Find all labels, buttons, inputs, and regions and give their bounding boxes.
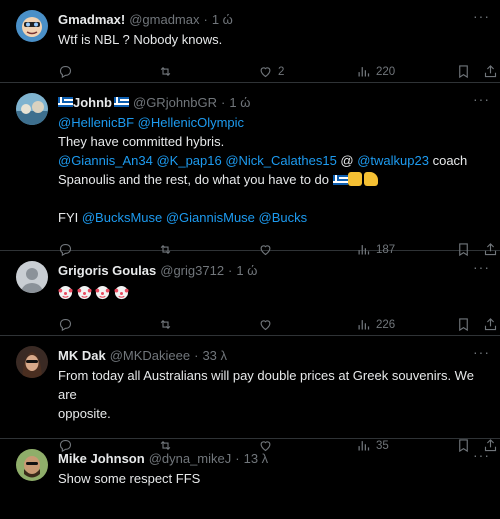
- tweet[interactable]: Gmadmax! @gmadmax · 1 ώ ··· Wtf is NBL ?…: [0, 0, 500, 83]
- author-name[interactable]: Mike Johnson: [58, 451, 145, 466]
- greek-flag-icon: [332, 175, 348, 185]
- tweet-text-fragment: Spanoulis and the rest, do what you have…: [58, 172, 330, 187]
- separator-dot: ·: [203, 11, 208, 27]
- mention-link[interactable]: @twalkup23: [357, 153, 429, 168]
- timestamp[interactable]: 1 ώ: [212, 12, 233, 27]
- tweet-text: @HellenicBF @HellenicOlympic They have c…: [58, 113, 488, 227]
- like-button[interactable]: [258, 317, 273, 332]
- tweet[interactable]: Mike Johnson @dyna_mikeJ · 13 λ ··· Show…: [0, 439, 500, 519]
- more-icon[interactable]: ···: [473, 8, 490, 24]
- avatar[interactable]: [16, 261, 48, 293]
- clap-emoji-icon: [347, 172, 362, 186]
- clown-face-emoji-icon: [95, 285, 110, 300]
- retweet-button[interactable]: [158, 64, 173, 79]
- bookmark-button[interactable]: [456, 64, 471, 79]
- author-handle[interactable]: @MKDakieee: [110, 348, 190, 363]
- share-icon: [484, 65, 497, 78]
- reply-button[interactable]: [58, 317, 73, 332]
- bookmark-icon: [459, 318, 468, 332]
- separator-dot: ·: [228, 262, 233, 278]
- reply-icon: [59, 65, 72, 79]
- timestamp[interactable]: 13 λ: [244, 451, 269, 466]
- greek-flag-icon: [114, 97, 129, 107]
- tweet-text-line: Show some respect FFS: [58, 471, 201, 486]
- avatar[interactable]: [16, 449, 48, 481]
- views-icon: [358, 320, 370, 330]
- reply-icon: [59, 318, 72, 332]
- separator-dot: ·: [235, 450, 240, 466]
- tweet-text-line: Wtf is NBL ? Nobody knows.: [58, 32, 223, 47]
- flexed-bicep-emoji-icon: [363, 172, 378, 186]
- author-name[interactable]: MK Dak: [58, 348, 106, 363]
- mention-links[interactable]: @Giannis_An34 @K_pap16 @Nick_Calathes15: [58, 153, 337, 168]
- share-button[interactable]: [483, 64, 498, 79]
- clown-face-emoji-icon: [77, 285, 92, 300]
- author-handle[interactable]: @dyna_mikeJ: [149, 451, 232, 466]
- author-handle[interactable]: @GRjohnbGR: [133, 95, 217, 110]
- tweet-text: [58, 281, 488, 302]
- avatar[interactable]: [16, 93, 48, 125]
- tweet-text-line: Spanoulis and the rest, do what you have…: [58, 170, 488, 189]
- like-icon: [260, 320, 271, 331]
- clown-face-emoji-icon: [114, 285, 129, 300]
- more-icon[interactable]: ···: [473, 344, 490, 360]
- tweet-text: From today all Australians will pay doub…: [58, 366, 488, 423]
- avatar[interactable]: [16, 346, 48, 378]
- retweet-icon: [160, 66, 171, 77]
- bookmark-icon: [459, 65, 468, 79]
- tweet[interactable]: Grigoris Goulas @grig3712 · 1 ώ ··· 226: [0, 251, 500, 336]
- emoji-line: [58, 281, 488, 302]
- clown-face-emoji-icon: [58, 285, 73, 300]
- tweet[interactable]: MK Dak @MKDakieee · 33 λ ··· From today …: [0, 336, 500, 453]
- separator-dot: ·: [221, 94, 226, 110]
- author-name[interactable]: Gmadmax!: [58, 12, 125, 27]
- views-button[interactable]: 226: [356, 317, 395, 332]
- mention-links[interactable]: @HellenicBF @HellenicOlympic: [58, 113, 488, 132]
- tweet[interactable]: Johnb @GRjohnbGR · 1 ώ ··· @HellenicBF @…: [0, 83, 500, 257]
- tweet-text: Wtf is NBL ? Nobody knows.: [58, 30, 488, 49]
- like-button[interactable]: 2: [258, 64, 284, 79]
- views-button[interactable]: 220: [356, 64, 395, 79]
- timestamp[interactable]: 33 λ: [202, 348, 227, 363]
- author-name[interactable]: Grigoris Goulas: [58, 263, 156, 278]
- author-handle[interactable]: @grig3712: [160, 263, 224, 278]
- tweet-text-line: @Giannis_An34 @K_pap16 @Nick_Calathes15 …: [58, 151, 488, 170]
- timestamp[interactable]: 1 ώ: [229, 95, 250, 110]
- tweet-text: Show some respect FFS: [58, 469, 488, 488]
- separator-dot: ·: [194, 347, 199, 363]
- author-name[interactable]: Johnb: [73, 95, 112, 110]
- retweet-icon: [160, 319, 171, 330]
- tweet-text-fragment: coach: [428, 153, 468, 168]
- tweet-text-fragment: @: [336, 153, 358, 168]
- reply-button[interactable]: [58, 64, 73, 79]
- like-count: 2: [278, 65, 285, 78]
- tweet-text-line: opposite.: [58, 406, 111, 421]
- fyi-label: FYI: [58, 210, 82, 225]
- more-icon[interactable]: ···: [473, 259, 490, 275]
- tweet-text-line: From today all Australians will pay doub…: [58, 368, 474, 402]
- more-icon[interactable]: ···: [473, 91, 490, 107]
- share-icon: [484, 318, 497, 331]
- retweet-button[interactable]: [158, 317, 173, 332]
- avatar[interactable]: [16, 10, 48, 42]
- bookmark-button[interactable]: [456, 317, 471, 332]
- more-icon[interactable]: ···: [473, 447, 490, 463]
- author-handle[interactable]: @gmadmax: [129, 12, 199, 27]
- tweet-text-line: FYI @BucksMuse @GiannisMuse @Bucks: [58, 208, 488, 227]
- views-icon: [358, 67, 370, 77]
- view-count: 220: [376, 65, 396, 78]
- like-icon: [260, 67, 271, 78]
- share-button[interactable]: [483, 317, 498, 332]
- mention-links[interactable]: @BucksMuse @GiannisMuse @Bucks: [82, 210, 307, 225]
- tweet-text-line: They have committed hybris.: [58, 134, 225, 149]
- view-count: 226: [376, 318, 396, 331]
- timestamp[interactable]: 1 ώ: [236, 263, 257, 278]
- greek-flag-icon: [58, 97, 73, 107]
